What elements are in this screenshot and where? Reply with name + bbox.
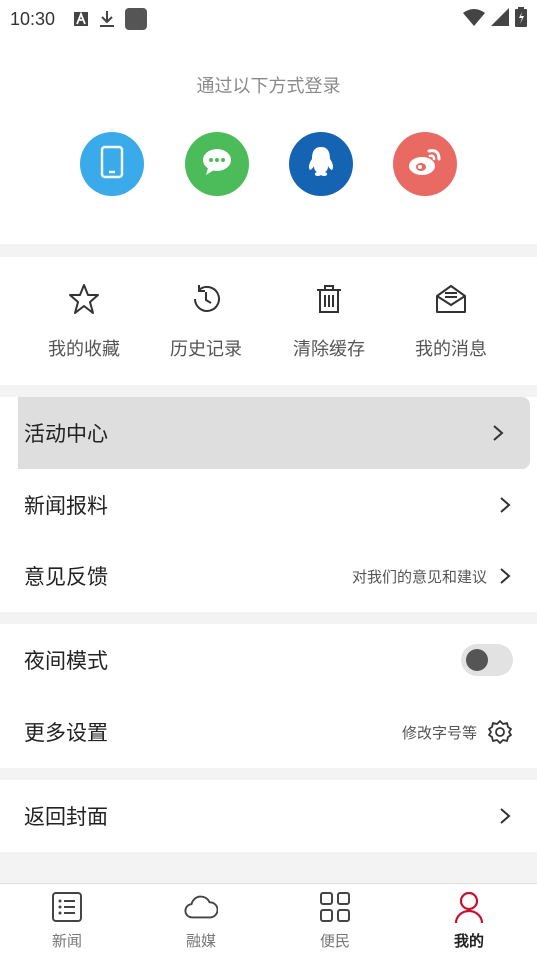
download-icon [99, 11, 115, 27]
chevron-right-icon [493, 425, 504, 441]
tab-media-label: 融媒 [185, 932, 216, 950]
qq-login-button[interactable] [289, 132, 353, 196]
tab-news-label: 新闻 [51, 932, 82, 950]
star-icon [66, 281, 102, 317]
menu-group-3: 返回封面 [0, 780, 537, 852]
bottom-tab-bar: 新闻 融媒 便民 我的 [0, 883, 537, 956]
feedback-row[interactable]: 意见反馈 对我们的意见和建议 [0, 540, 537, 612]
messages-button[interactable]: 我的消息 [390, 281, 512, 361]
news-tip-label: 新闻报料 [24, 494, 108, 518]
wechat-login-button[interactable] [185, 132, 249, 196]
return-cover-row[interactable]: 返回封面 [0, 780, 537, 852]
text-a-icon [73, 11, 89, 27]
history-icon [188, 281, 224, 317]
mail-icon [433, 281, 469, 317]
notification-square-icon [125, 8, 148, 30]
tab-media[interactable]: 融媒 [134, 890, 268, 951]
chevron-right-icon [500, 497, 511, 513]
tab-services-label: 便民 [319, 932, 350, 950]
activity-center-label: 活动中心 [24, 422, 108, 446]
login-title: 通过以下方式登录 [196, 76, 341, 97]
user-icon [452, 890, 486, 924]
cloud-icon [184, 890, 218, 924]
status-time: 10:30 [10, 8, 56, 29]
chevron-right-icon [500, 808, 511, 824]
more-settings-label: 更多设置 [24, 721, 108, 745]
history-label: 历史记录 [170, 339, 242, 360]
night-mode-row: 夜间模式 [0, 624, 537, 696]
menu-group-2: 夜间模式 更多设置 修改字号等 [0, 624, 537, 768]
clear-cache-label: 清除缓存 [293, 339, 365, 360]
weibo-icon [407, 147, 443, 181]
activity-center-row[interactable]: 活动中心 [18, 397, 530, 469]
feedback-label: 意见反馈 [24, 565, 108, 589]
qq-icon [306, 145, 336, 183]
more-settings-hint: 修改字号等 [401, 723, 477, 742]
trash-icon [311, 281, 347, 317]
menu-group-1: 活动中心 新闻报料 意见反馈 对我们的意见和建议 [0, 397, 537, 612]
phone-login-button[interactable] [80, 132, 144, 196]
night-mode-label: 夜间模式 [24, 649, 108, 673]
weibo-login-button[interactable] [393, 132, 457, 196]
tab-mine-label: 我的 [453, 932, 484, 950]
tab-news[interactable]: 新闻 [0, 890, 134, 951]
favorites-button[interactable]: 我的收藏 [23, 281, 145, 361]
chevron-right-icon [500, 568, 511, 584]
favorites-label: 我的收藏 [48, 339, 120, 360]
more-settings-row[interactable]: 更多设置 修改字号等 [0, 696, 537, 768]
return-cover-label: 返回封面 [24, 805, 108, 829]
tab-mine[interactable]: 我的 [402, 890, 536, 951]
gear-icon [488, 720, 512, 744]
history-button[interactable]: 历史记录 [145, 281, 267, 361]
phone-icon [99, 145, 125, 183]
signal-icon [491, 8, 509, 30]
battery-icon [515, 7, 527, 31]
tab-services[interactable]: 便民 [268, 890, 402, 951]
news-list-icon [50, 890, 84, 924]
news-tip-row[interactable]: 新闻报料 [0, 469, 537, 541]
quick-actions: 我的收藏 历史记录 清除缓存 我的消息 [0, 257, 537, 385]
wechat-icon [200, 147, 234, 181]
feedback-hint: 对我们的意见和建议 [351, 567, 487, 586]
toggle-knob [466, 649, 488, 671]
grid-icon [318, 890, 352, 924]
status-bar: 10:30 [0, 0, 537, 38]
login-section: 通过以下方式登录 [0, 38, 537, 244]
messages-label: 我的消息 [415, 339, 487, 360]
wifi-icon [463, 8, 485, 30]
night-mode-toggle[interactable] [461, 644, 513, 676]
clear-cache-button[interactable]: 清除缓存 [268, 281, 390, 361]
